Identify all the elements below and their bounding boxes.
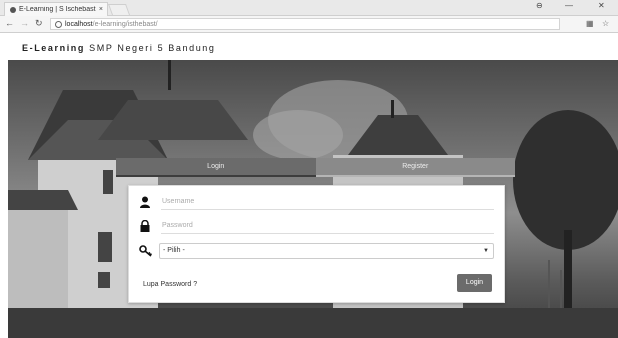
- tab-register[interactable]: Register: [315, 158, 515, 177]
- forward-icon[interactable]: →: [20, 18, 29, 28]
- site-header: E-Learning SMP Negeri 5 Bandung: [0, 33, 618, 60]
- browser-toolbar: ← → ↻ localhost /e-learning/isthebast/ ▦…: [0, 16, 618, 33]
- reload-icon[interactable]: ↻: [35, 18, 43, 29]
- browser-tab-title: E-Learning | S Ischebast: [19, 6, 96, 13]
- username-row: Username: [129, 194, 504, 210]
- user-icon: [140, 196, 150, 208]
- forgot-password-link[interactable]: Lupa Password ?: [143, 281, 197, 288]
- role-row: - Pilih - ▼: [129, 243, 504, 259]
- auth-tabs: Login Register: [116, 158, 515, 177]
- login-button[interactable]: Login: [457, 274, 492, 292]
- role-select[interactable]: - Pilih - ▼: [159, 243, 494, 259]
- brand-bold: E-Learning: [22, 43, 86, 53]
- site-brand[interactable]: E-Learning SMP Negeri 5 Bandung: [22, 43, 216, 53]
- new-tab-button[interactable]: [107, 4, 131, 15]
- key-icon: [139, 245, 152, 257]
- favicon-icon: [10, 6, 16, 13]
- browser-tab[interactable]: E-Learning | S Ischebast ×: [4, 2, 108, 16]
- login-form: Username Password - Pilih - ▼ Lupa Passw…: [128, 185, 505, 303]
- translate-icon[interactable]: ▦: [586, 19, 594, 28]
- password-input[interactable]: Password: [161, 218, 494, 234]
- username-input[interactable]: Username: [161, 194, 494, 210]
- tab-login[interactable]: Login: [116, 158, 316, 177]
- url-path: /e-learning/isthebast/: [92, 20, 158, 28]
- role-select-value: - Pilih -: [163, 247, 185, 254]
- minimize-button[interactable]: —: [565, 1, 573, 10]
- bookmark-star-icon[interactable]: ☆: [602, 19, 609, 28]
- back-icon[interactable]: ←: [5, 18, 14, 28]
- close-window-button[interactable]: ✕: [598, 1, 605, 10]
- address-bar[interactable]: localhost /e-learning/isthebast/: [50, 18, 560, 30]
- brand-school: SMP Negeri 5 Bandung: [85, 43, 216, 53]
- lock-icon: [140, 220, 150, 232]
- browser-tabbar: E-Learning | S Ischebast × ⊖ — ✕: [0, 0, 618, 16]
- info-icon[interactable]: [55, 20, 62, 28]
- account-icon[interactable]: ⊖: [536, 1, 543, 10]
- tab-close-icon[interactable]: ×: [99, 6, 103, 13]
- password-row: Password: [129, 218, 504, 234]
- chevron-down-icon: ▼: [483, 248, 489, 254]
- url-host: localhost: [65, 20, 93, 28]
- auth-panel: Login Register Username Password - Pilih…: [116, 158, 515, 308]
